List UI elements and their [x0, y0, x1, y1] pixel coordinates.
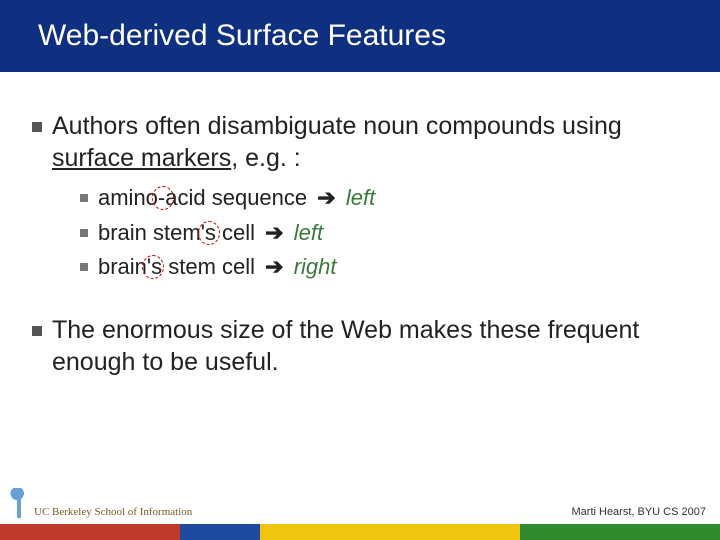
arrow-icon: ➔: [265, 254, 283, 279]
logo-text: UC Berkeley School of Information: [34, 506, 192, 518]
bullet-1-underlined: surface markers: [52, 144, 231, 172]
direction-label: right: [294, 254, 337, 279]
title-bar: Web-derived Surface Features: [0, 0, 720, 72]
direction-label: left: [346, 185, 375, 210]
bullet-icon: [80, 263, 88, 271]
stripe-yellow: [260, 524, 520, 540]
bullet-1-text: Authors often disambiguate noun compound…: [52, 110, 692, 174]
bullet-2-text: The enormous size of the Web makes these…: [52, 314, 692, 378]
stripe-green: [520, 524, 720, 540]
logo-icon: [10, 488, 28, 518]
direction-label: left: [294, 220, 323, 245]
bullet-icon: [80, 194, 88, 202]
sub-bullet-2: brain stem's cell ➔ left: [80, 219, 692, 248]
bullet-1: Authors often disambiguate noun compound…: [32, 110, 692, 174]
sub-bullet-3-text: brain's stem cell ➔ right: [98, 253, 337, 282]
sub-bullet-2-text: brain stem's cell ➔ left: [98, 219, 323, 248]
stripe-red: [0, 524, 180, 540]
logo: UC Berkeley School of Information: [10, 488, 192, 518]
sub-bullet-1: amino-acid sequence ➔ left: [80, 184, 692, 213]
stripe-blue: [180, 524, 260, 540]
attribution: Marti Hearst, BYU CS 2007: [572, 506, 707, 518]
phrase: brain stem's cell: [98, 220, 255, 245]
slide-title: Web-derived Surface Features: [0, 19, 446, 53]
slide-body: Authors often disambiguate noun compound…: [32, 110, 692, 386]
bullet-icon: [80, 229, 88, 237]
slide: Web-derived Surface Features Authors oft…: [0, 0, 720, 540]
footer-stripes: [0, 524, 720, 540]
sub-bullet-3: brain's stem cell ➔ right: [80, 253, 692, 282]
footer: UC Berkeley School of Information Marti …: [0, 524, 720, 540]
sub-bullets: amino-acid sequence ➔ left brain stem's …: [80, 184, 692, 282]
bullet-2: The enormous size of the Web makes these…: [32, 314, 692, 378]
bullet-icon: [32, 326, 42, 336]
arrow-icon: ➔: [317, 185, 335, 210]
phrase: brain's stem cell: [98, 254, 255, 279]
bullet-1-part-a: Authors often disambiguate noun compound…: [52, 112, 622, 140]
bullet-1-part-c: , e.g. :: [231, 144, 300, 172]
arrow-icon: ➔: [265, 220, 283, 245]
bullet-icon: [32, 122, 42, 132]
sub-bullet-1-text: amino-acid sequence ➔ left: [98, 184, 375, 213]
phrase: amino-acid sequence: [98, 185, 307, 210]
